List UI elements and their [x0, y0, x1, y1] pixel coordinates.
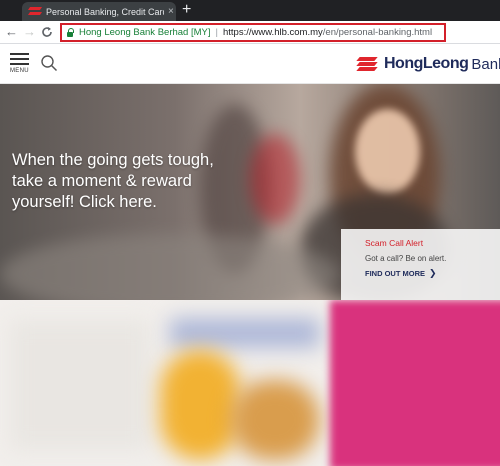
lock-icon — [67, 27, 74, 37]
reload-icon[interactable] — [41, 24, 53, 42]
hero-line-3: yourself! Click here. — [12, 193, 157, 211]
menu-label: MENU — [10, 68, 29, 74]
hamburger-icon-bar — [10, 63, 29, 65]
address-bar[interactable]: Hong Leong Bank Berhad [MY] | https://ww… — [60, 23, 446, 42]
find-out-more-label: FIND OUT MORE — [365, 269, 425, 278]
hero-line-2: take a moment & reward — [12, 172, 192, 190]
address-separator: | — [215, 27, 218, 38]
alert-title: Scam Call Alert — [365, 238, 424, 248]
forward-arrow-icon[interactable]: → — [23, 24, 36, 40]
logo-mark-icon — [356, 56, 378, 72]
hero-headline[interactable]: When the going gets tough, take a moment… — [12, 150, 272, 213]
browser-tab[interactable]: Personal Banking, Credit Card × — [22, 2, 176, 21]
hero-banner[interactable]: When the going gets tough, take a moment… — [0, 84, 500, 300]
hong-leong-bank-logo[interactable]: HongLeong Bank — [356, 53, 500, 75]
blurred-promo-blue — [170, 318, 320, 348]
chevron-right-icon: ❯ — [429, 268, 437, 278]
blurred-promo-pink — [330, 300, 500, 466]
hero-photo-street — [0, 234, 340, 300]
browser-toolbar: ← → Hong Leong Bank Berhad [MY] | https:… — [0, 21, 500, 44]
url-path: /en/personal-banking.html — [322, 27, 433, 38]
blurred-promo-food — [230, 380, 320, 460]
tab-title: Personal Banking, Credit Card — [46, 6, 164, 17]
tab-close-icon[interactable]: × — [168, 6, 174, 17]
site-identity: Hong Leong Bank Berhad [MY] — [79, 27, 211, 38]
url-host: https://www.hlb.com.my — [222, 27, 323, 38]
menu-button[interactable]: MENU — [10, 53, 32, 74]
hero-line-1: When the going gets tough, — [12, 151, 214, 169]
hero-photo-woman-face — [355, 109, 420, 194]
blurred-promo-area — [0, 300, 500, 466]
blurred-promo-orange — [160, 350, 240, 460]
find-out-more-link[interactable]: FIND OUT MORE ❯ — [365, 268, 500, 279]
scam-alert-card: Scam Call Alert Got a call? Be on alert.… — [341, 229, 500, 300]
hamburger-icon-bar — [10, 58, 29, 60]
browser-tab-strip: Personal Banking, Credit Card × + — [0, 0, 500, 21]
hlb-favicon-icon — [29, 7, 41, 16]
blurred-promo-left — [10, 320, 150, 450]
alert-body: Got a call? Be on alert. — [365, 254, 447, 263]
hamburger-icon — [10, 53, 29, 55]
logo-text-secondary: Bank — [471, 55, 500, 73]
new-tab-button[interactable]: + — [182, 1, 191, 19]
search-icon[interactable] — [40, 54, 58, 72]
back-arrow-icon[interactable]: ← — [5, 24, 18, 40]
logo-text-primary: HongLeong — [384, 55, 469, 72]
site-header: MENU HongLeong Bank — [0, 44, 500, 84]
